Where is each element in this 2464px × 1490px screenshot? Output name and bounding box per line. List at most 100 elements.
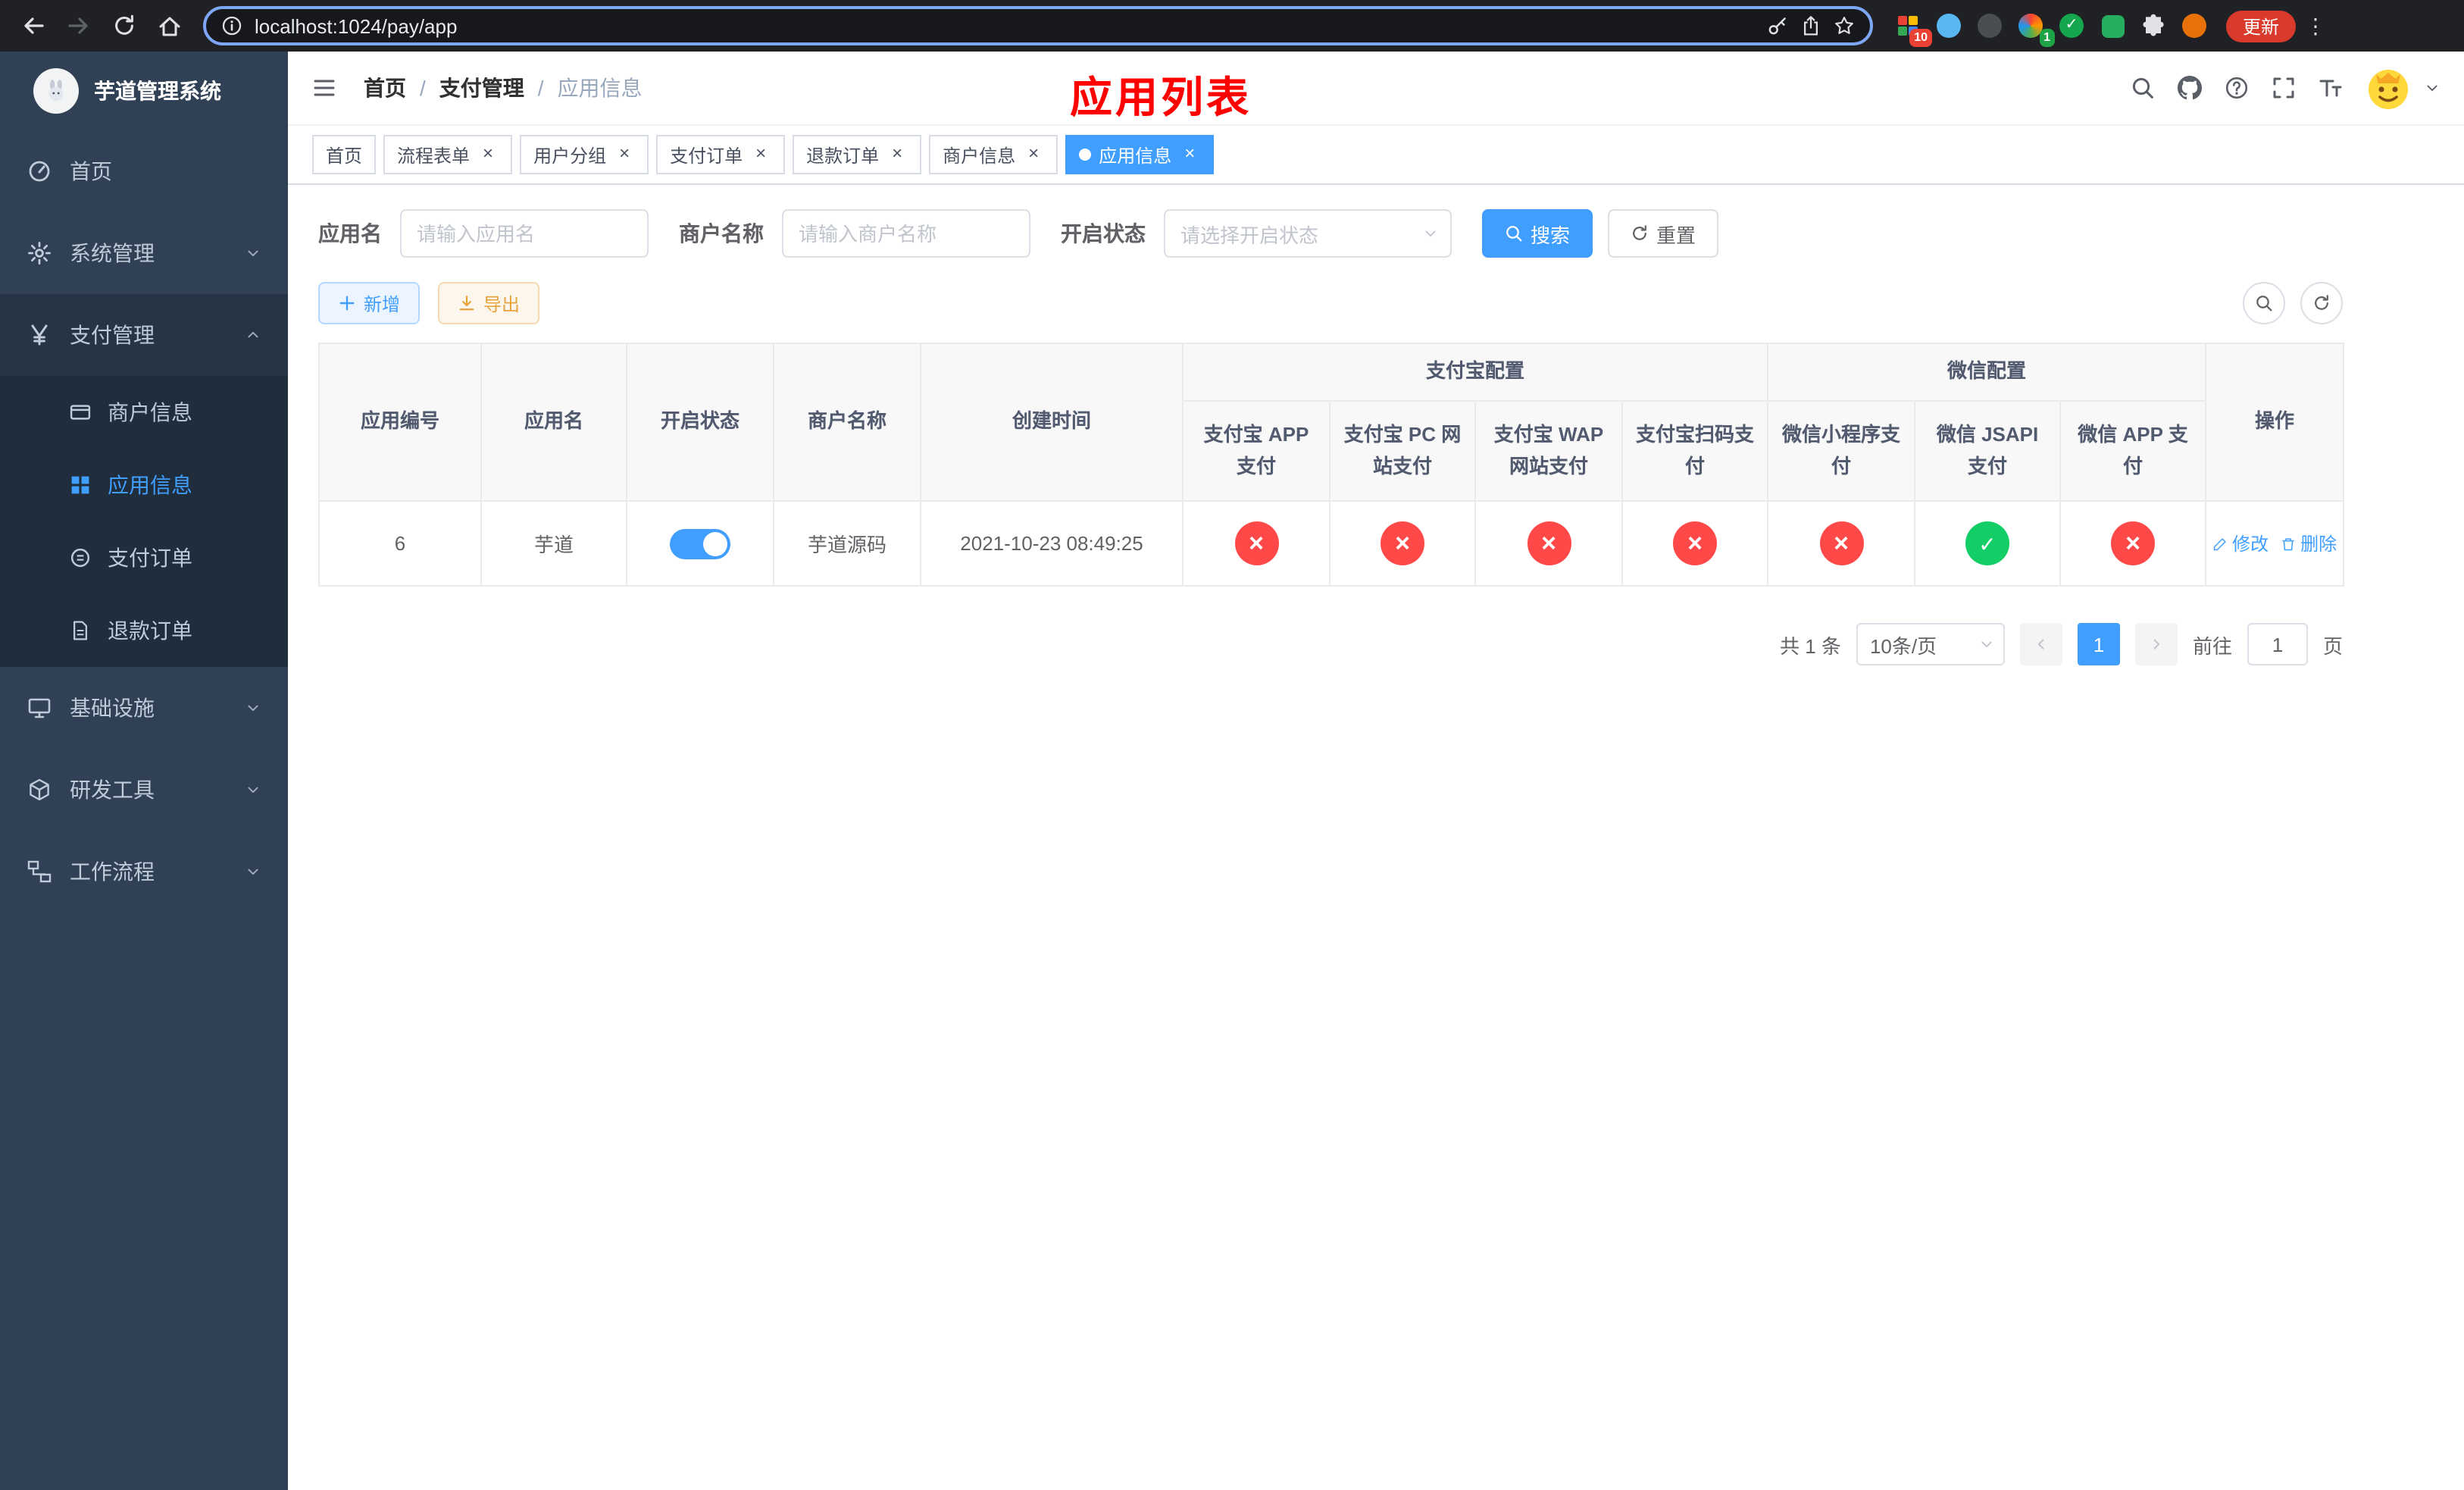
sidebar-item-merchant-info[interactable]: 商户信息: [0, 376, 288, 449]
sidebar-item-refund-order[interactable]: 退款订单: [0, 594, 288, 667]
user-avatar[interactable]: [2366, 65, 2411, 111]
tab-user-group[interactable]: 用户分组 ×: [520, 135, 649, 174]
prev-page-button[interactable]: [2019, 623, 2062, 665]
status-label: 开启状态: [1061, 221, 1146, 246]
share-icon[interactable]: [1800, 15, 1821, 36]
cell-status: [626, 500, 774, 587]
tab-merchant-info[interactable]: 商户信息 ×: [929, 135, 1058, 174]
password-key-icon[interactable]: [1767, 15, 1788, 36]
chevron-down-icon: [1423, 226, 1438, 241]
page-number-button[interactable]: 1: [2077, 623, 2120, 665]
sidebar-toggle-button[interactable]: [312, 76, 336, 100]
site-info-icon[interactable]: [221, 15, 242, 36]
sidebar-item-workflow[interactable]: 工作流程: [0, 831, 288, 912]
status-select[interactable]: 请选择开启状态: [1164, 209, 1452, 258]
chevron-down-icon: [245, 782, 261, 797]
tab-process-form[interactable]: 流程表单 ×: [383, 135, 513, 174]
col-app-name: 应用名: [480, 343, 627, 502]
tab-home[interactable]: 首页: [312, 135, 377, 174]
sidebar-item-app-info[interactable]: 应用信息: [0, 449, 288, 521]
next-page-button[interactable]: [2134, 623, 2178, 665]
col-alipay-wap: 支付宝 WAP 网站支付: [1474, 400, 1623, 502]
sidebar-item-home[interactable]: 首页: [0, 130, 288, 212]
address-bar[interactable]: localhost:1024/pay/app: [203, 6, 1873, 45]
close-icon[interactable]: ×: [1023, 143, 1044, 165]
github-icon[interactable]: [2178, 76, 2202, 100]
toggle-search-button[interactable]: [2243, 282, 2285, 324]
browser-forward-button[interactable]: [58, 5, 100, 47]
edit-button[interactable]: 修改: [2212, 531, 2269, 556]
tags-bar: 首页 流程表单 × 用户分组 × 支付订单 × 退款订单 × 商户信息 × 应用…: [288, 124, 2464, 185]
refresh-table-button[interactable]: [2300, 282, 2343, 324]
bookmark-star-icon[interactable]: [1834, 15, 1855, 36]
cell-merchant: 芋道源码: [773, 500, 921, 587]
sidebar-item-payment[interactable]: 支付管理: [0, 294, 288, 376]
tab-pay-order[interactable]: 支付订单 ×: [656, 135, 786, 174]
extension-icon[interactable]: 10: [1894, 12, 1932, 47]
fullscreen-icon[interactable]: [2272, 76, 2296, 100]
export-button[interactable]: 导出: [438, 282, 540, 324]
app-name-label: 应用名: [318, 221, 382, 246]
reset-button[interactable]: 重置: [1608, 209, 1719, 258]
yen-icon: [27, 323, 52, 347]
app-name-input[interactable]: [400, 209, 649, 258]
chevron-down-icon: [245, 246, 261, 261]
breadcrumb-home[interactable]: 首页: [364, 73, 406, 103]
extension-icon[interactable]: [1935, 12, 1962, 39]
payment-status-icon: [2111, 521, 2156, 565]
extension-icon[interactable]: 1: [2017, 12, 2055, 47]
tab-app-info[interactable]: 应用信息 ×: [1065, 135, 1215, 174]
chevron-down-icon[interactable]: [2425, 80, 2440, 95]
browser-menu-icon[interactable]: ⋮: [2299, 13, 2332, 39]
sidebar-item-pay-order[interactable]: 支付订单: [0, 521, 288, 594]
goto-label: 前往: [2192, 634, 2232, 657]
close-icon[interactable]: ×: [477, 143, 499, 165]
extension-icon[interactable]: [2099, 12, 2126, 39]
order-icon: [70, 547, 91, 568]
font-size-icon[interactable]: [2319, 76, 2343, 100]
download-icon: [458, 294, 476, 312]
app-logo[interactable]: 芋道管理系统: [0, 52, 288, 130]
status-toggle[interactable]: [670, 528, 730, 559]
add-button[interactable]: 新增: [318, 282, 421, 324]
logo-image: [33, 68, 79, 114]
close-icon[interactable]: ×: [614, 143, 635, 165]
close-icon[interactable]: ×: [1179, 143, 1200, 165]
credit-card-icon: [70, 402, 91, 423]
extension-icon[interactable]: [2058, 12, 2085, 39]
extension-icon[interactable]: [1976, 12, 2003, 39]
delete-button[interactable]: 删除: [2281, 531, 2337, 556]
browser-reload-button[interactable]: [103, 5, 145, 47]
cell-created: 2021-10-23 08:49:25: [920, 500, 1184, 587]
page-size-select[interactable]: 10条/页: [1856, 623, 2005, 665]
goto-page-input[interactable]: [2247, 623, 2308, 665]
browser-back-button[interactable]: [12, 5, 55, 47]
edit-icon: [2212, 536, 2228, 551]
close-icon[interactable]: ×: [886, 143, 908, 165]
close-icon[interactable]: ×: [750, 143, 771, 165]
browser-update-button[interactable]: 更新: [2226, 10, 2297, 42]
filter-form: 应用名 商户名称 开启状态 请选择开启状态 搜索 重置: [318, 209, 2343, 258]
page-title: 应用列表: [1070, 74, 1252, 121]
help-icon[interactable]: [2225, 76, 2249, 100]
payment-status-icon: [1527, 521, 1571, 565]
breadcrumb-payment[interactable]: 支付管理: [439, 73, 524, 103]
gear-icon: [27, 241, 52, 265]
sidebar-item-devtools[interactable]: 研发工具: [0, 749, 288, 831]
workflow-icon: [27, 859, 52, 884]
search-icon[interactable]: [2131, 76, 2155, 100]
search-button[interactable]: 搜索: [1482, 209, 1593, 258]
profile-avatar[interactable]: [2181, 12, 2208, 39]
sidebar-item-infrastructure[interactable]: 基础设施: [0, 667, 288, 749]
extensions-puzzle-icon[interactable]: [2140, 12, 2167, 39]
browser-home-button[interactable]: [149, 5, 191, 47]
table-row: 6 芋道 芋道源码 2021-10-23 08:49:25 × × × × × …: [318, 500, 2345, 587]
col-alipay-qr: 支付宝扫码支付: [1621, 400, 1769, 502]
sidebar-item-system[interactable]: 系统管理: [0, 212, 288, 294]
chevron-right-icon: [2149, 637, 2164, 652]
tab-refund-order[interactable]: 退款订单 ×: [793, 135, 922, 174]
chevron-left-icon: [2034, 637, 2049, 652]
url-text: localhost:1024/pay/app: [255, 14, 458, 37]
cell-app-id: 6: [318, 500, 482, 587]
merchant-name-input[interactable]: [782, 209, 1030, 258]
